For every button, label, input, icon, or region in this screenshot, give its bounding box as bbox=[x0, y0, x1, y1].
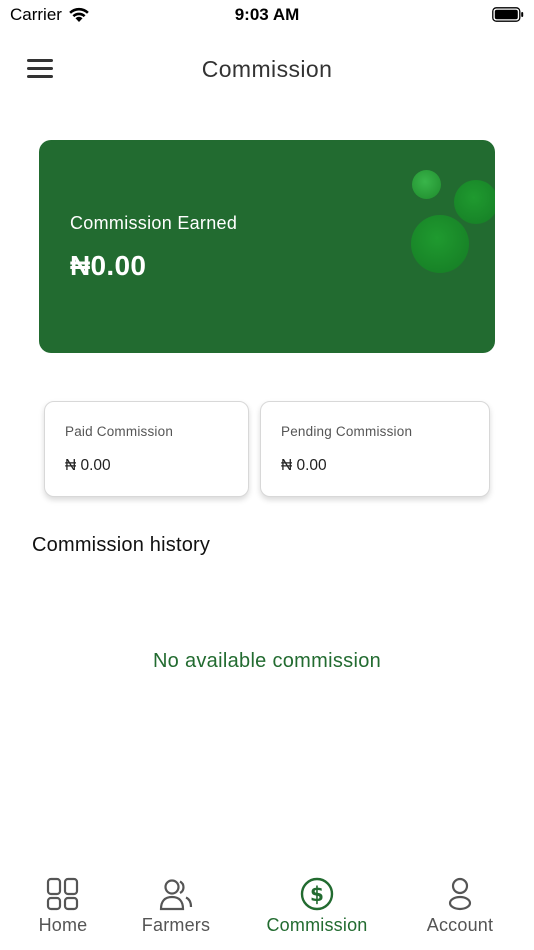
users-icon bbox=[159, 879, 193, 911]
nav-account[interactable]: Account bbox=[405, 876, 515, 936]
user-icon bbox=[448, 877, 472, 911]
pending-commission-card: Pending Commission ₦ 0.00 bbox=[260, 401, 490, 497]
nav-commission[interactable]: $ Commission bbox=[262, 876, 372, 936]
decorative-bubble bbox=[454, 180, 495, 224]
status-bar: Carrier 9:03 AM bbox=[0, 0, 534, 30]
dollar-circle-icon: $ bbox=[300, 877, 334, 911]
app-header: Commission bbox=[0, 40, 534, 100]
status-time: 9:03 AM bbox=[234, 5, 300, 24]
pending-commission-label: Pending Commission bbox=[281, 424, 413, 439]
decorative-bubble bbox=[411, 215, 469, 273]
grid-icon bbox=[46, 877, 79, 911]
paid-commission-value: ₦ 0.00 bbox=[65, 457, 111, 474]
pending-commission-value: ₦ 0.00 bbox=[281, 457, 327, 474]
nav-commission-label: Commission bbox=[266, 915, 368, 935]
svg-text:$: $ bbox=[310, 882, 324, 906]
bottom-nav: Home Farmers $ Commission Account bbox=[0, 864, 534, 950]
paid-commission-card: Paid Commission ₦ 0.00 bbox=[44, 401, 249, 497]
nav-home[interactable]: Home bbox=[8, 876, 118, 936]
commission-history-title: Commission history bbox=[32, 534, 211, 556]
nav-account-label: Account bbox=[426, 915, 494, 935]
nav-home-label: Home bbox=[38, 915, 88, 935]
nav-farmers[interactable]: Farmers bbox=[121, 876, 231, 936]
page-title: Commission bbox=[201, 56, 333, 82]
commission-earned-card: Commission Earned ₦0.00 bbox=[39, 140, 495, 353]
empty-state-message: No available commission bbox=[152, 650, 382, 672]
battery-icon bbox=[492, 7, 524, 22]
decorative-bubble bbox=[412, 170, 441, 199]
paid-commission-label: Paid Commission bbox=[65, 424, 174, 439]
commission-earned-label: Commission Earned bbox=[70, 213, 238, 233]
nav-farmers-label: Farmers bbox=[141, 915, 211, 935]
commission-earned-value: ₦0.00 bbox=[70, 250, 147, 281]
